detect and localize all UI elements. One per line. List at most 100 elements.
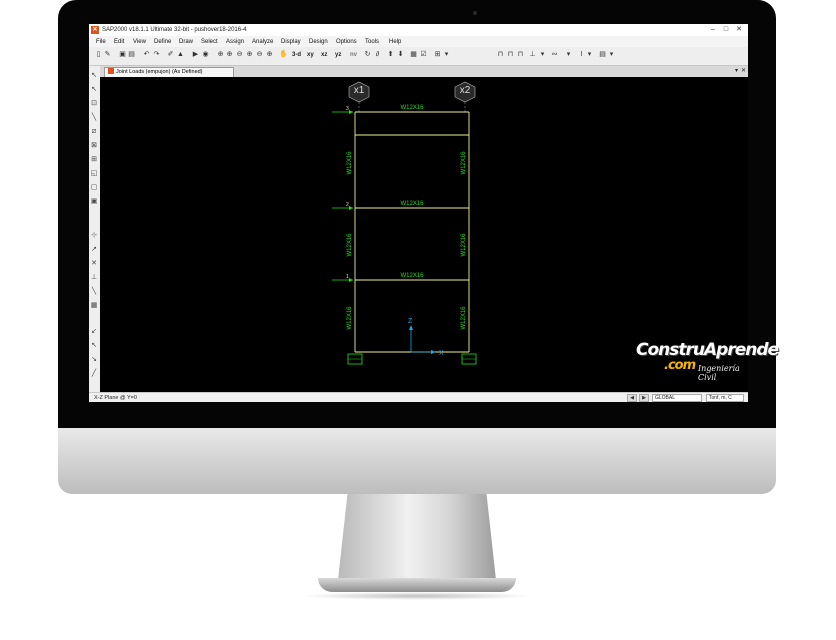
undo-icon[interactable]: ↶: [143, 51, 150, 59]
coordinate-system-select[interactable]: GLOBAL: [652, 394, 702, 402]
menu-display[interactable]: Display: [281, 38, 301, 46]
close-button[interactable]: ✕: [734, 25, 744, 34]
view-3d-button[interactable]: 3-d: [292, 51, 301, 59]
grid-label-x2: x2: [460, 85, 471, 96]
draw-rectangular-area-icon[interactable]: ▢: [90, 184, 98, 192]
previous-plane-button[interactable]: ◀: [627, 394, 637, 402]
draw-joint-icon[interactable]: ⊡: [90, 100, 98, 108]
tab-dropdown-icon[interactable]: ▾: [735, 67, 738, 76]
maximize-button[interactable]: □: [721, 25, 731, 34]
perspective-icon[interactable]: ∂: [374, 51, 381, 59]
draw-secondary-beam-icon[interactable]: ⊞: [90, 156, 98, 164]
tab-close-icon[interactable]: ✕: [741, 67, 746, 76]
zoom-previous-icon[interactable]: ⊖: [256, 51, 263, 59]
next-plane-button[interactable]: ▶: [639, 394, 649, 402]
menu-analyze[interactable]: Analyze: [252, 38, 273, 46]
menu-design[interactable]: Design: [309, 38, 328, 46]
column-label: W12X16: [347, 151, 353, 175]
print-icon[interactable]: ▤: [128, 51, 135, 59]
monitor-chin: [58, 428, 776, 494]
get-previous-selection-icon[interactable]: ↖: [90, 342, 98, 350]
lock-icon[interactable]: ▲: [177, 51, 184, 59]
plane-status: X-Z Plane @ Y=0: [94, 395, 137, 401]
window-tab-bar: Joint Loads (empujon) (As Defined) ▾ ✕: [100, 66, 748, 78]
quick-draw-area-icon[interactable]: ▣: [90, 198, 98, 206]
section-cut-icon[interactable]: I: [578, 51, 585, 59]
menu-help[interactable]: Help: [389, 38, 401, 46]
move-down-icon[interactable]: ⬇: [397, 51, 404, 59]
menu-draw[interactable]: Draw: [179, 38, 193, 46]
menu-select[interactable]: Select: [201, 38, 218, 46]
menu-options[interactable]: Options: [336, 38, 357, 46]
grid-label-x1: x1: [354, 85, 365, 96]
snap-lines-icon[interactable]: ╲: [90, 288, 98, 296]
dropdown-arrow-icon[interactable]: ▾: [608, 51, 615, 59]
pointer-icon[interactable]: ↖: [90, 72, 98, 80]
tables-icon[interactable]: ▤: [599, 51, 606, 59]
view-nv-button[interactable]: nv: [350, 51, 357, 59]
menu-edit[interactable]: Edit: [114, 38, 124, 46]
minimize-button[interactable]: –: [708, 25, 718, 34]
zoom-step-icon[interactable]: ⊕: [266, 51, 273, 59]
redo-icon[interactable]: ↷: [153, 51, 160, 59]
run-options-icon[interactable]: ◉: [202, 51, 209, 59]
set-display-options-icon[interactable]: ☑: [420, 51, 427, 59]
pan-icon[interactable]: ✋: [279, 51, 288, 59]
menu-tools[interactable]: Tools: [365, 38, 379, 46]
dropdown-arrow-icon[interactable]: ▾: [586, 51, 593, 59]
arrow-head-icon: [349, 206, 353, 210]
logo-domain-text: .com: [664, 358, 696, 373]
draw-brace-icon[interactable]: ⊠: [90, 142, 98, 150]
beam-label: W12X16: [400, 105, 424, 111]
menu-view[interactable]: View: [133, 38, 146, 46]
run-analysis-icon[interactable]: ▶: [192, 51, 199, 59]
show-stresses-icon[interactable]: ∾: [551, 51, 558, 59]
draw-area-icon[interactable]: ◱: [90, 170, 98, 178]
sap2000-logo-icon: ✕: [91, 26, 99, 34]
rotate-icon[interactable]: ↻: [364, 51, 371, 59]
quick-draw-frame-icon[interactable]: ⧄: [90, 128, 98, 136]
clear-selection-icon[interactable]: ↘: [90, 356, 98, 364]
snap-intersections-icon[interactable]: ✕: [90, 260, 98, 268]
menu-file[interactable]: File: [96, 38, 106, 46]
tab-label: Joint Loads (empujon) (As Defined): [116, 69, 203, 75]
open-icon[interactable]: ✎: [104, 51, 111, 59]
show-undeformed-icon[interactable]: ⊓: [497, 51, 504, 59]
menu-assign[interactable]: Assign: [226, 38, 244, 46]
show-deformed-icon[interactable]: ⊓: [517, 51, 524, 59]
zoom-out-icon[interactable]: ⊖: [236, 51, 243, 59]
main-toolbar: ▯ ✎ ▣ ▤ ↶ ↷ ✐ ▲ ▶ ◉ ⊕ ⊕ ⊖ ⊕ ⊖ ⊕ ✋ 3-d xy…: [89, 47, 748, 66]
draw-frame-icon[interactable]: ╲: [90, 114, 98, 122]
units-select[interactable]: Tonf, m, C: [706, 394, 744, 402]
zoom-window-icon[interactable]: ⊕: [217, 51, 224, 59]
view-xz-button[interactable]: xz: [321, 51, 327, 59]
snap-perpendicular-icon[interactable]: ⊥: [90, 274, 98, 282]
window-title: SAP2000 v18.1.1 Ultimate 32-bit - pushov…: [102, 27, 247, 33]
dropdown-arrow-icon[interactable]: ▾: [565, 51, 572, 59]
dropdown-arrow-icon[interactable]: ▾: [539, 51, 546, 59]
beam-label: W12X16: [400, 201, 424, 207]
intersecting-line-icon[interactable]: ╱: [90, 370, 98, 378]
show-loads-icon[interactable]: ⊓: [507, 51, 514, 59]
refresh-icon[interactable]: ✐: [167, 51, 174, 59]
view-xy-button[interactable]: xy: [307, 51, 314, 59]
dropdown-arrow-icon[interactable]: ▾: [443, 51, 450, 59]
zoom-in-icon[interactable]: ⊕: [226, 51, 233, 59]
assign-display-icon[interactable]: ⊞: [434, 51, 441, 59]
snap-ends-icon[interactable]: ↗: [90, 246, 98, 254]
snap-points-icon[interactable]: ⊹: [90, 232, 98, 240]
show-forces-icon[interactable]: ⊥: [529, 51, 536, 59]
snap-fine-grid-icon[interactable]: ▦: [90, 302, 98, 310]
save-icon[interactable]: ▣: [119, 51, 126, 59]
menu-define[interactable]: Define: [154, 38, 171, 46]
move-up-icon[interactable]: ⬆: [387, 51, 394, 59]
object-shrink-icon[interactable]: ▦: [410, 51, 417, 59]
view-yz-button[interactable]: yz: [335, 51, 341, 59]
reshaper-icon[interactable]: ↖: [90, 86, 98, 94]
new-model-icon[interactable]: ▯: [95, 51, 102, 59]
construaprende-logo: ConstruAprende .com Ingeniería Civil: [636, 340, 779, 388]
select-all-icon[interactable]: ↙: [90, 328, 98, 336]
status-bar: X-Z Plane @ Y=0 ◀ ▶ GLOBAL Tonf, m, C: [89, 392, 748, 402]
zoom-full-icon[interactable]: ⊕: [246, 51, 253, 59]
arrow-head-icon: [349, 278, 353, 282]
